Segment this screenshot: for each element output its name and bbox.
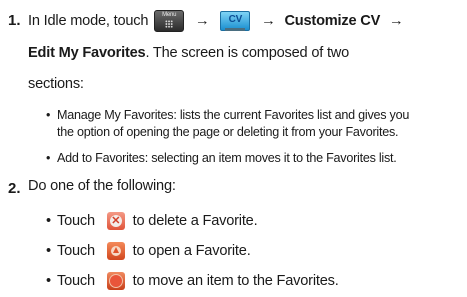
- step-1-line-3: sections:: [28, 76, 84, 92]
- bullet-text: the option of opening the page or deleti…: [57, 125, 399, 139]
- action-open-favorite: • Touch to open a Favorite.: [46, 242, 251, 260]
- open-favorite-icon: [106, 242, 125, 260]
- touch-word: Touch: [57, 212, 95, 229]
- arrow-right-icon: →: [389, 12, 404, 29]
- monitor-base: [225, 28, 246, 31]
- bullet-add-favorites: • Add to Favorites: selecting an item mov…: [46, 151, 397, 165]
- bullet-text: Add to Favorites: selecting an item move…: [57, 151, 397, 165]
- step-2-intro: Do one of the following:: [28, 178, 176, 194]
- customize-cv-label: Customize CV: [284, 12, 381, 29]
- bullet-dot: •: [46, 242, 51, 259]
- arrow-right-icon: →: [195, 12, 210, 29]
- step-1-intro-text: In Idle mode, touch: [28, 12, 149, 29]
- step-number: 1.: [8, 12, 21, 29]
- bullet-dot: •: [46, 212, 51, 229]
- action-delete-favorite: • Touch ✕ to delete a Favorite.: [46, 212, 258, 230]
- bullet-manage-favorites: • Manage My Favorites: lists the current …: [46, 108, 409, 122]
- step-2-intro-text: Do one of the following:: [28, 178, 176, 194]
- action-add-favorite: • Touch to move an item to the Favorites.: [46, 272, 339, 290]
- menu-grid-glyph: [165, 20, 174, 28]
- edit-my-favorites-label: Edit My Favorites: [28, 45, 146, 61]
- cv-icon: CV: [220, 11, 251, 31]
- action-text: to move an item to the Favorites.: [132, 272, 339, 289]
- delete-favorite-icon: ✕: [106, 212, 125, 230]
- step-1-line-2-text: . The screen is composed of two: [145, 45, 350, 61]
- bullet-text: Manage My Favorites: lists the current F…: [57, 108, 410, 122]
- bullet-dot: •: [46, 108, 51, 122]
- action-text: to delete a Favorite.: [132, 212, 258, 229]
- bullet-dot: •: [46, 151, 51, 165]
- menu-icon-label: Menu: [162, 12, 177, 18]
- menu-icon: Menu: [154, 10, 185, 32]
- step-number: 2.: [8, 180, 21, 197]
- touch-word: Touch: [57, 242, 95, 259]
- action-text: to open a Favorite.: [132, 242, 251, 259]
- step-1-line-1: In Idle mode, touch Menu → CV → Customiz…: [28, 10, 408, 32]
- step-1-line-2: Edit My Favorites. The screen is compose…: [28, 45, 349, 61]
- step-1-line-3-text: sections:: [28, 76, 84, 92]
- touch-word: Touch: [57, 272, 95, 289]
- add-favorite-icon: [106, 272, 125, 290]
- bullet-manage-favorites-cont: the option of opening the page or deleti…: [57, 125, 399, 139]
- bullet-dot: •: [46, 272, 51, 289]
- cv-icon-label: CV: [228, 14, 243, 25]
- arrow-right-icon: →: [261, 12, 276, 29]
